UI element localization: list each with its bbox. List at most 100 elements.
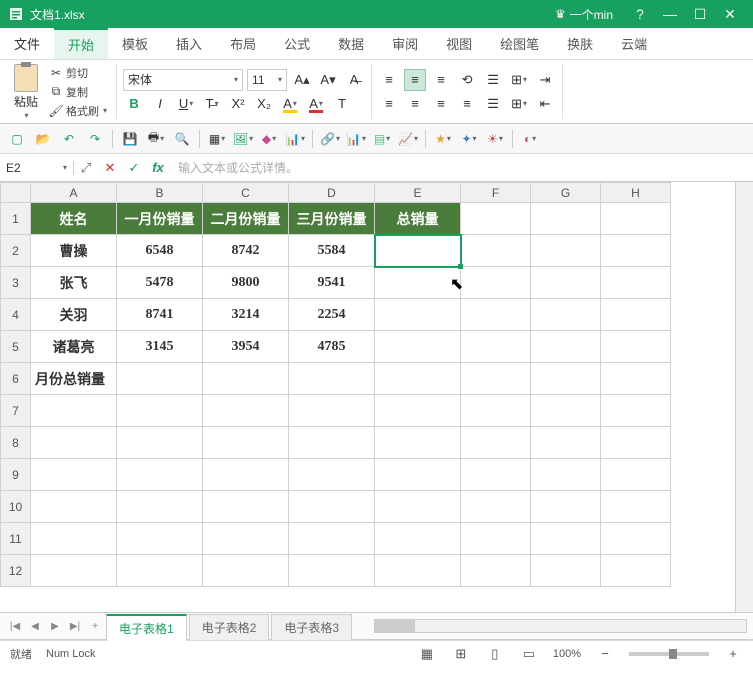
align-bottom-button[interactable]: ≡ — [430, 69, 452, 91]
cell[interactable] — [461, 395, 531, 427]
row-header[interactable]: 2 — [1, 235, 31, 267]
cell[interactable] — [375, 363, 461, 395]
cell[interactable] — [117, 395, 203, 427]
wrap-text-button[interactable]: ☰ — [482, 69, 504, 91]
align-center-button[interactable]: ≡ — [404, 93, 426, 115]
col-header[interactable]: G — [531, 183, 601, 203]
menu-view[interactable]: 视图 — [432, 28, 486, 59]
cell[interactable] — [461, 299, 531, 331]
column-chart-button[interactable]: 📊▾ — [345, 128, 367, 150]
confirm-edit-button[interactable]: ✓ — [122, 160, 146, 176]
tab-nav-first[interactable]: |◀ — [6, 621, 24, 632]
font-name-select[interactable]: 宋体▾ — [123, 69, 243, 91]
row-header[interactable]: 3 — [1, 267, 31, 299]
star2-button[interactable]: ✦▾ — [458, 128, 480, 150]
cell[interactable]: 三月份销量 — [289, 203, 375, 235]
cell[interactable] — [461, 267, 531, 299]
view-break-button[interactable]: ▯ — [485, 646, 505, 662]
cell[interactable]: 诸葛亮 — [31, 331, 117, 363]
cell[interactable] — [531, 555, 601, 587]
font-size-select[interactable]: 11▾ — [247, 69, 287, 91]
col-header[interactable]: E — [375, 183, 461, 203]
cell[interactable] — [289, 395, 375, 427]
cell[interactable]: 姓名 — [31, 203, 117, 235]
help-button[interactable]: ? — [625, 6, 655, 22]
row-header[interactable]: 5 — [1, 331, 31, 363]
select-all-corner[interactable] — [1, 183, 31, 203]
cell[interactable] — [601, 427, 671, 459]
picture-button[interactable]: 🖼▾ — [232, 128, 254, 150]
tab-nav-next[interactable]: ▶ — [46, 621, 64, 632]
col-header[interactable]: F — [461, 183, 531, 203]
row-header[interactable]: 10 — [1, 491, 31, 523]
cell[interactable] — [601, 267, 671, 299]
row-header[interactable]: 7 — [1, 395, 31, 427]
cell[interactable] — [203, 395, 289, 427]
cancel-edit-button[interactable]: ✕ — [98, 160, 122, 176]
line-chart-button[interactable]: 📈▾ — [397, 128, 419, 150]
minimize-button[interactable]: — — [655, 6, 685, 22]
cell[interactable] — [601, 363, 671, 395]
new-button[interactable]: ▢ — [6, 128, 28, 150]
menu-skin[interactable]: 换肤 — [553, 28, 607, 59]
cell[interactable] — [375, 459, 461, 491]
cell[interactable]: 总销量 — [375, 203, 461, 235]
cell[interactable] — [601, 555, 671, 587]
star1-button[interactable]: ★▾ — [432, 128, 454, 150]
spreadsheet-grid[interactable]: A B C D E F G H 1 姓名 一月份销量 二月份销量 三月份销量 总… — [0, 182, 671, 587]
cell[interactable] — [531, 203, 601, 235]
cell[interactable] — [601, 395, 671, 427]
row-header[interactable]: 12 — [1, 555, 31, 587]
fx-button[interactable]: fx — [146, 160, 170, 175]
cell[interactable]: 3954 — [203, 331, 289, 363]
cell[interactable] — [531, 267, 601, 299]
cell[interactable] — [31, 523, 117, 555]
cell[interactable] — [375, 491, 461, 523]
cell[interactable] — [117, 459, 203, 491]
vertical-scrollbar[interactable] — [735, 182, 753, 612]
cell[interactable]: 5584 — [289, 235, 375, 267]
cell[interactable] — [531, 235, 601, 267]
col-header[interactable]: A — [31, 183, 117, 203]
cell[interactable] — [31, 459, 117, 491]
sheet-tab[interactable]: 电子表格3 — [271, 614, 352, 640]
cell[interactable] — [203, 555, 289, 587]
subscript-button[interactable]: X₂ — [253, 93, 275, 115]
cell[interactable] — [289, 555, 375, 587]
cell[interactable] — [601, 203, 671, 235]
menu-data[interactable]: 数据 — [324, 28, 378, 59]
superscript-button[interactable]: X² — [227, 93, 249, 115]
cell[interactable] — [461, 555, 531, 587]
cell[interactable]: 3145 — [117, 331, 203, 363]
cell[interactable] — [375, 395, 461, 427]
row-header[interactable]: 11 — [1, 523, 31, 555]
cell[interactable] — [289, 427, 375, 459]
menu-layout[interactable]: 布局 — [216, 28, 270, 59]
font-color-button[interactable]: A▾ — [305, 93, 327, 115]
cell[interactable] — [203, 491, 289, 523]
tab-add[interactable]: + — [86, 621, 104, 632]
menu-review[interactable]: 审阅 — [378, 28, 432, 59]
cell[interactable] — [31, 491, 117, 523]
cell[interactable] — [601, 331, 671, 363]
cell[interactable] — [461, 203, 531, 235]
border-button[interactable]: ⊞▾ — [508, 93, 530, 115]
cell[interactable] — [289, 491, 375, 523]
col-header[interactable]: B — [117, 183, 203, 203]
cell[interactable]: 2254 — [289, 299, 375, 331]
sheet-tab[interactable]: 电子表格1 — [106, 614, 187, 641]
cell[interactable] — [31, 555, 117, 587]
cell[interactable] — [289, 459, 375, 491]
cell[interactable] — [601, 523, 671, 555]
italic-button[interactable]: I — [149, 93, 171, 115]
menu-draw[interactable]: 绘图笔 — [486, 28, 553, 59]
cell[interactable] — [531, 331, 601, 363]
cell[interactable] — [601, 459, 671, 491]
col-header[interactable]: D — [289, 183, 375, 203]
user-label[interactable]: 一个min — [570, 6, 613, 23]
cell[interactable] — [531, 395, 601, 427]
shapes-button[interactable]: ◆▾ — [258, 128, 280, 150]
indent-right-button[interactable]: ⇥ — [534, 69, 556, 91]
copy-button[interactable]: ⧉复制 — [46, 83, 110, 101]
cell[interactable]: 9800 — [203, 267, 289, 299]
